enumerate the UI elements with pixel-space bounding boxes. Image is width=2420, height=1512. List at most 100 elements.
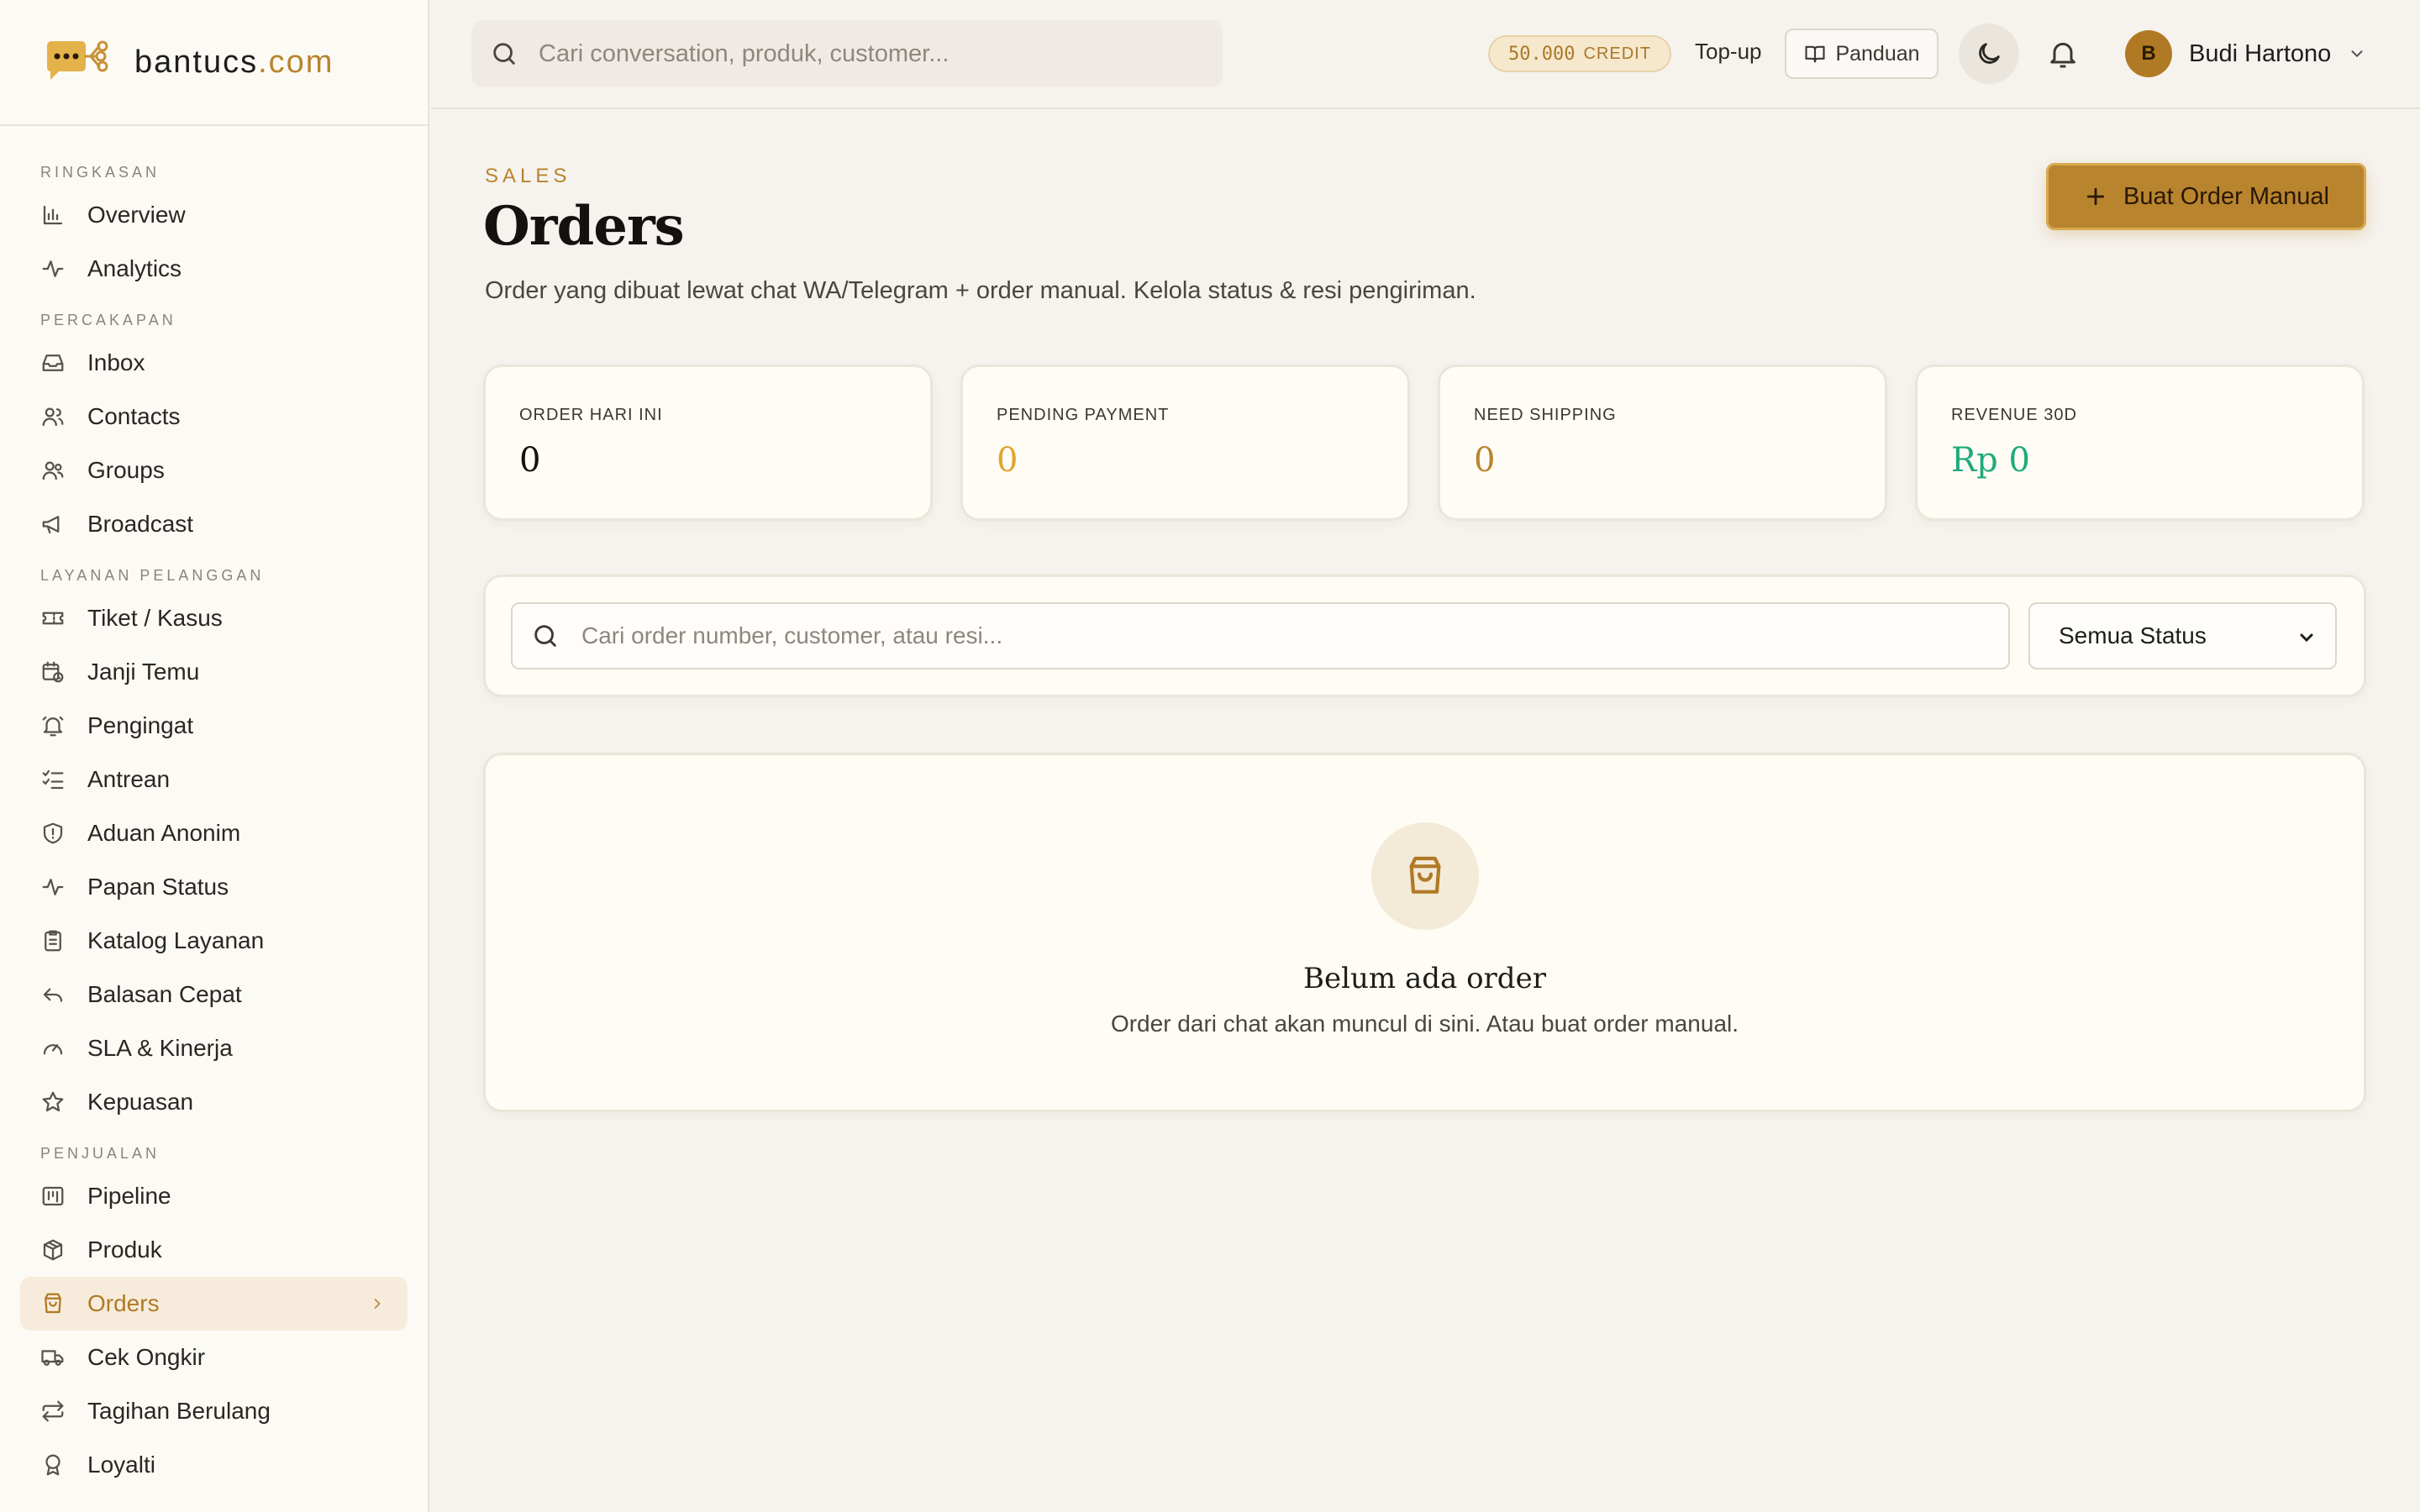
sidebar-item-katalog-layanan[interactable]: Katalog Layanan [20, 914, 408, 968]
stat-label: PENDING PAYMENT [997, 406, 1170, 424]
notification-bell-icon[interactable] [2046, 37, 2080, 71]
stat-label: NEED SHIPPING [1474, 406, 1617, 424]
sidebar-item-broadcast[interactable]: Broadcast [20, 497, 408, 551]
ticket-icon [42, 612, 64, 625]
sidebar-item-label: Overview [87, 202, 186, 228]
stat-value: 0 [519, 441, 541, 480]
stat-label: REVENUE 30D [1951, 406, 2077, 424]
logo-icon [47, 40, 108, 80]
chevron-right-icon [374, 1299, 381, 1309]
sidebar-item-label: Cek Ongkir [87, 1344, 206, 1370]
theme-toggle-button[interactable] [1959, 24, 2019, 84]
bar-chart-icon [43, 205, 63, 225]
star-icon [42, 1091, 64, 1112]
gauge-icon [43, 1044, 63, 1055]
empty-state-title: Belum ada order [1303, 962, 1546, 995]
calendar-clock-icon [42, 661, 64, 683]
sidebar-section-layanan-pelanggan: LAYANAN PELANGGAN [40, 567, 265, 584]
sidebar-item-contacts[interactable]: Contacts [20, 390, 408, 444]
brand[interactable]: bantucs.com [0, 0, 428, 126]
sidebar-item-label: Janji Temu [87, 659, 200, 685]
sidebar-item-label: Antrean [87, 766, 171, 792]
sidebar-item-balasan-cepat[interactable]: Balasan Cepat [20, 968, 408, 1021]
package-icon [43, 1239, 63, 1261]
clipboard-list-icon [45, 930, 61, 952]
sidebar-item-aduan-anonim[interactable]: Aduan Anonim [20, 806, 408, 860]
search-icon [534, 625, 556, 647]
order-search[interactable] [511, 602, 2010, 669]
sidebar-item-label: Katalog Layanan [87, 927, 265, 953]
sidebar-item-label: Balasan Cepat [87, 981, 242, 1007]
sidebar-item-tagihan-berulang[interactable]: Tagihan Berulang [20, 1384, 408, 1438]
sidebar-item-label: Pengingat [87, 712, 194, 738]
empty-state-icon-wrap [1371, 822, 1479, 930]
status-filter-value: Semua Status [2059, 622, 2207, 648]
credit-label: CREDIT [1583, 44, 1651, 63]
stat-card-need-shipping: NEED SHIPPING 0 [1438, 365, 1887, 521]
topbar: 50.000 CREDIT Top-up Panduan B Budi Hart… [431, 0, 2420, 109]
stat-label: ORDER HARI INI [519, 406, 663, 424]
sidebar-item-label: Orders [87, 1290, 160, 1316]
sidebar-item-groups[interactable]: Groups [20, 444, 408, 497]
stat-value: 0 [1474, 441, 1496, 480]
shield-alert-icon [43, 822, 63, 844]
topup-link[interactable]: Top-up [1695, 39, 1762, 65]
sidebar-item-pipeline[interactable]: Pipeline [20, 1169, 408, 1223]
sidebar-item-analytics[interactable]: Analytics [20, 242, 408, 296]
sidebar-item-overview[interactable]: Overview [20, 188, 408, 242]
sidebar-item-sla-and-kinerja[interactable]: SLA & Kinerja [20, 1021, 408, 1075]
sidebar-item-label: Tagihan Berulang [87, 1398, 271, 1424]
stat-card-orders-today: ORDER HARI INI 0 [483, 365, 933, 521]
sidebar-item-antrean[interactable]: Antrean [20, 753, 408, 806]
avatar: B [2125, 30, 2172, 77]
sidebar-item-tiket-kasus[interactable]: Tiket / Kasus [20, 591, 408, 645]
moon-icon [1979, 43, 2000, 64]
sidebar-item-produk[interactable]: Produk [20, 1223, 408, 1277]
credit-badge: 50.000 CREDIT [1488, 35, 1671, 72]
sidebar-item-label: Broadcast [87, 511, 194, 537]
user-group-icon [42, 461, 64, 480]
stat-value: Rp 0 [1951, 441, 2030, 480]
stat-card-revenue-30d: REVENUE 30D Rp 0 [1915, 365, 2365, 521]
sidebar-item-loyalti[interactable]: Loyalti [20, 1438, 408, 1492]
sidebar-item-inbox[interactable]: Inbox [20, 336, 408, 390]
sidebar-item-janji-temu[interactable]: Janji Temu [20, 645, 408, 699]
sidebar: bantucs.com RINGKASAN Overview Analytics PE… [0, 0, 429, 1512]
create-manual-order-button[interactable]: Buat Order Manual [2046, 163, 2366, 230]
order-filter-bar: Semua Status [483, 575, 2366, 697]
user-menu[interactable]: B Budi Hartono [2125, 29, 2366, 79]
status-filter-select[interactable]: Semua Status [2028, 602, 2337, 669]
order-search-input[interactable] [581, 622, 1968, 649]
sidebar-item-label: Tiket / Kasus [87, 605, 223, 631]
credit-amount: 50.000 [1508, 43, 1576, 65]
sidebar-item-label: Papan Status [87, 874, 229, 900]
inbox-icon [42, 354, 64, 371]
page-eyebrow: SALES [485, 165, 571, 187]
sidebar-item-label: Pipeline [87, 1183, 171, 1209]
reply-icon [43, 988, 63, 1002]
chevron-down-icon [2300, 633, 2313, 643]
shopping-bag-icon [1409, 856, 1441, 894]
users-icon [42, 407, 64, 427]
award-icon [45, 1454, 60, 1476]
megaphone-icon [42, 516, 60, 534]
sidebar-item-kepuasan[interactable]: Kepuasan [20, 1075, 408, 1129]
sidebar-item-pengingat[interactable]: Pengingat [20, 699, 408, 753]
stat-card-pending-payment: PENDING PAYMENT 0 [960, 365, 1410, 521]
search-icon [493, 43, 515, 65]
sidebar-item-label: SLA & Kinerja [87, 1035, 233, 1061]
sidebar-item-label: Analytics [87, 255, 182, 281]
global-search[interactable] [471, 20, 1223, 87]
sidebar-nav: RINGKASAN Overview Analytics PERCAKAPAN Inbo… [0, 126, 428, 1492]
shopping-bag-icon [45, 1293, 61, 1314]
global-search-input[interactable] [539, 39, 1211, 68]
chevron-down-icon [2351, 50, 2363, 58]
sidebar-item-orders[interactable]: Orders [20, 1277, 408, 1331]
sidebar-item-cek-ongkir[interactable]: Cek Ongkir [20, 1331, 408, 1384]
guide-button[interactable]: Panduan [1785, 29, 1939, 79]
sidebar-item-label: Loyalti [87, 1452, 155, 1478]
sidebar-item-label: Groups [87, 457, 165, 483]
sidebar-section-penjualan: PENJUALAN [40, 1145, 160, 1162]
sidebar-item-papan-status[interactable]: Papan Status [20, 860, 408, 914]
plus-icon [2086, 187, 2105, 206]
